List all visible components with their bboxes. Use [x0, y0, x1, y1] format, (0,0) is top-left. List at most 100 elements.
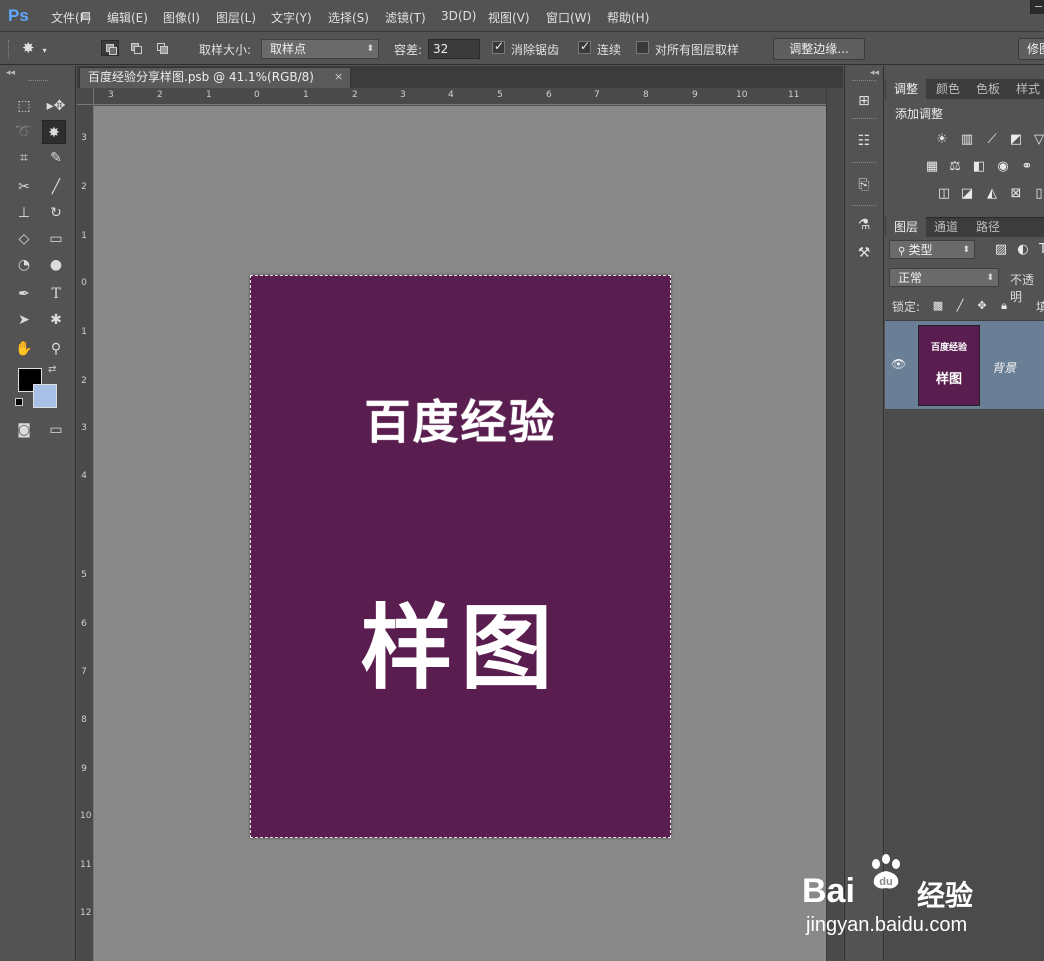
close-icon[interactable]: × [334, 70, 343, 83]
tolerance-input[interactable]: 32 [428, 39, 480, 59]
ruler-origin[interactable] [77, 88, 94, 105]
menu-type[interactable]: 文字(Y) [271, 9, 312, 26]
options-grip[interactable] [8, 40, 11, 58]
dock-grip[interactable] [852, 80, 876, 82]
document-canvas[interactable]: 百度经验 样图 [250, 275, 671, 838]
dock-grip[interactable] [852, 205, 876, 207]
lock-transparency-icon[interactable]: ▩ [929, 297, 947, 315]
blur-tool-icon[interactable]: ◔ [12, 253, 36, 277]
swap-colors-icon[interactable]: ⇄ [48, 364, 56, 375]
sample-size-dropdown[interactable]: 取样点 ⬍ [261, 39, 379, 59]
tab-color[interactable]: 颜色 [928, 79, 968, 99]
character-panel-icon[interactable]: ⎘ [853, 174, 875, 196]
menu-view[interactable]: 视图(V) [488, 9, 530, 26]
path-selection-tool-icon[interactable]: ➤ [12, 308, 36, 332]
dodge-tool-icon[interactable]: ● [44, 253, 68, 277]
type-tool-icon[interactable]: T [44, 282, 68, 306]
brush-presets-panel-icon[interactable]: ⚗ [853, 214, 875, 236]
magic-wand-preset-icon[interactable]: ✸ ▾ [22, 38, 62, 58]
anti-alias-checkbox[interactable] [492, 39, 505, 54]
tab-channels[interactable]: 通道 [926, 217, 966, 237]
modify-button[interactable]: 修图 [1018, 38, 1044, 60]
color-lookup-icon[interactable]: ▦ [1040, 158, 1044, 176]
crop-tool-icon[interactable]: ⌗ [12, 146, 36, 170]
tool-presets-panel-icon[interactable]: ⚒ [853, 242, 875, 264]
dock-grip[interactable] [852, 118, 876, 120]
photo-filter-icon[interactable]: ◉ [994, 158, 1012, 176]
menu-edit[interactable]: 编辑(E) [107, 9, 148, 26]
marquee-tool-icon[interactable]: ⬚ [12, 94, 36, 118]
default-colors-icon[interactable] [15, 398, 23, 406]
eyedropper-tool-icon[interactable]: ✎ [44, 146, 68, 170]
menu-help[interactable]: 帮助(H) [607, 9, 649, 26]
invert-icon[interactable]: ◫ [935, 185, 953, 203]
custom-shape-tool-icon[interactable]: ✱ [44, 308, 68, 332]
background-color-swatch[interactable] [33, 384, 57, 408]
history-brush-tool-icon[interactable]: ↻ [44, 201, 68, 225]
vibrance-icon[interactable]: ▽ [1030, 131, 1044, 149]
color-balance-icon[interactable]: ⚖ [946, 158, 964, 176]
magic-wand-tool-icon[interactable]: ✸ [42, 120, 66, 144]
posterize-icon[interactable]: ◪ [958, 185, 976, 203]
lock-all-icon[interactable]: 🔒︎ [995, 297, 1013, 315]
history-panel-icon[interactable]: ⊞ [853, 90, 875, 112]
tab-swatches[interactable]: 色板 [968, 79, 1008, 99]
threshold-icon[interactable]: ◭ [983, 185, 1001, 203]
properties-panel-icon[interactable]: ☷ [853, 130, 875, 152]
selective-color-icon[interactable]: ⊠ [1007, 185, 1025, 203]
eraser-tool-icon[interactable]: ◇ [12, 227, 36, 251]
refine-edge-button[interactable]: 调整边缘... [773, 38, 865, 60]
move-tool-icon[interactable]: ▸✥ [44, 94, 68, 118]
healing-brush-tool-icon[interactable]: ✂ [12, 175, 36, 199]
menu-filter[interactable]: 滤镜(T) [385, 9, 426, 26]
brightness-contrast-icon[interactable]: ☀ [933, 131, 951, 149]
hand-tool-icon[interactable]: ✋ [12, 337, 36, 361]
lock-pixels-icon[interactable]: ╱ [951, 297, 969, 315]
brush-tool-icon[interactable]: ╱ [44, 175, 68, 199]
new-selection-mode-icon[interactable] [77, 8, 95, 24]
curves-icon[interactable]: ⟋ [983, 131, 1001, 149]
black-white-icon[interactable]: ◧ [970, 158, 988, 176]
document-tab[interactable]: 百度经验分享样图.psb @ 41.1%(RGB/8) [79, 67, 351, 88]
gradient-map-icon[interactable]: ▯ [1030, 185, 1044, 203]
layer-thumbnail[interactable]: 百度经验 样图 [918, 325, 980, 406]
collapse-arrows-icon[interactable]: ◂◂ [6, 68, 15, 78]
clone-stamp-tool-icon[interactable]: ⊥ [12, 201, 36, 225]
menu-layer[interactable]: 图层(L) [216, 9, 256, 26]
add-selection-mode-icon[interactable] [101, 40, 119, 56]
menu-3d[interactable]: 3D(D) [441, 9, 476, 23]
tab-layers[interactable]: 图层 [886, 217, 926, 237]
lasso-tool-icon[interactable]: ➰ [12, 120, 36, 144]
dock-grip[interactable] [852, 162, 876, 164]
tab-adjustments[interactable]: 调整 [886, 79, 926, 99]
dock-collapse-icon[interactable]: ◂◂ [870, 68, 879, 78]
visibility-eye-icon[interactable]: 👁︎ [891, 357, 906, 371]
hue-saturation-icon[interactable]: ▦ [923, 158, 941, 176]
channel-mixer-icon[interactable]: ⚭ [1018, 158, 1036, 176]
minimize-button[interactable] [1030, 0, 1044, 14]
menu-window[interactable]: 窗口(W) [546, 9, 591, 26]
filter-type-icon[interactable]: T [1034, 241, 1044, 259]
toolbox-grip[interactable] [28, 80, 48, 83]
quick-mask-icon[interactable]: ◙ [12, 418, 36, 442]
layer-name[interactable]: 背景 [992, 359, 1016, 376]
tab-paths[interactable]: 路径 [968, 217, 1008, 237]
blend-mode-dropdown[interactable]: 正常 ⬍ [889, 268, 999, 287]
sample-all-layers-checkbox[interactable] [636, 41, 649, 54]
zoom-tool-icon[interactable]: ⚲ [44, 337, 68, 361]
intersect-selection-mode-icon[interactable] [153, 40, 171, 56]
screen-mode-icon[interactable]: ▭ [44, 418, 68, 442]
lock-position-icon[interactable]: ✥ [973, 297, 991, 315]
layer-filter-dropdown[interactable]: ⚲ 类型 ⬍ [889, 240, 975, 259]
levels-icon[interactable]: ▥ [958, 131, 976, 149]
contiguous-checkbox[interactable] [578, 39, 591, 54]
subtract-selection-mode-icon[interactable] [127, 40, 145, 56]
filter-pixel-icon[interactable]: ▨ [992, 241, 1010, 259]
menu-image[interactable]: 图像(I) [163, 9, 200, 26]
filter-adjustment-icon[interactable]: ◐ [1014, 241, 1032, 259]
menu-select[interactable]: 选择(S) [328, 9, 369, 26]
tab-styles[interactable]: 样式 [1008, 79, 1044, 99]
exposure-icon[interactable]: ◩ [1007, 131, 1025, 149]
pen-tool-icon[interactable]: ✒ [12, 282, 36, 306]
vertical-scrollbar[interactable] [826, 88, 843, 961]
